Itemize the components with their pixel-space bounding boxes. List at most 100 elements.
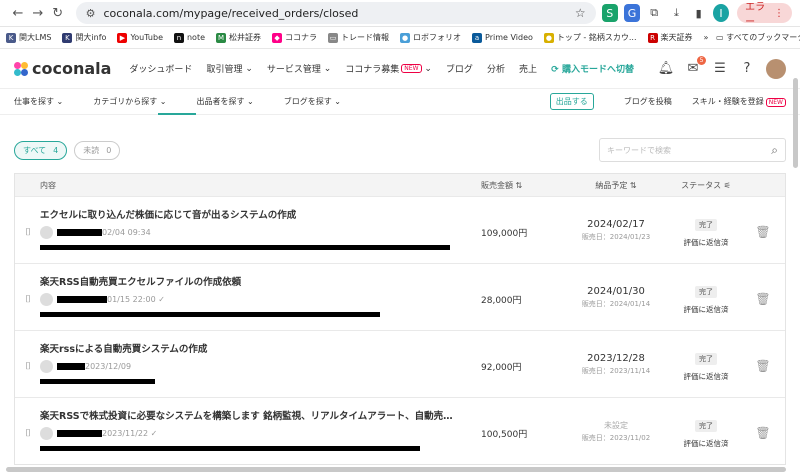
forward-icon[interactable]: → — [28, 2, 48, 24]
table-row[interactable]: ⌷ 楽天RSSで株式投資に必要なシステムを構築します 銘柄監視、リアルタイムアラ… — [15, 397, 785, 464]
help-icon[interactable]: ? — [738, 60, 756, 78]
address-bar[interactable]: ⚙ coconala.com/mypage/received_orders/cl… — [75, 2, 596, 24]
subnav-find-blogs[interactable]: ブログを探す ⌄ — [284, 96, 341, 107]
translate-icon[interactable]: G — [623, 4, 641, 22]
chevron-icon: » — [703, 33, 709, 42]
bookmark-icon: ▭ — [328, 32, 339, 43]
bookmark-item[interactable]: a Prime Video — [472, 32, 533, 43]
menu-transactions[interactable]: 取引管理 ⌄ — [206, 62, 252, 76]
redacted-message — [40, 245, 450, 250]
trash-icon[interactable]: 🗑︎ — [755, 426, 770, 440]
order-time: 2023/11/22 ✓ — [102, 429, 158, 438]
bookmark-item[interactable]: K 関大info — [62, 32, 106, 43]
new-badge: NEW — [765, 98, 786, 107]
redacted-name — [57, 296, 107, 303]
header-status[interactable]: ステータス ⚟ — [671, 180, 741, 191]
bookmark-label: Prime Video — [485, 33, 533, 42]
bookmark-icon: K — [6, 32, 16, 43]
order-meta: 01/15 22:00 ✓ — [40, 293, 165, 306]
coconala-logo[interactable]: coconala — [14, 59, 111, 78]
bookmark-item[interactable]: ● トップ - 銘柄スカウ... — [543, 32, 637, 43]
bookmark-label: ロボフォリオ — [413, 33, 462, 42]
menu-blog[interactable]: ブログ — [446, 62, 473, 75]
bookmark-label: YouTube — [130, 33, 163, 42]
buy-mode-toggle[interactable]: ⟳ 購入モードへ切替 — [551, 62, 634, 75]
folder-icon: ▭ — [716, 33, 724, 42]
all-bookmarks[interactable]: » ▭ すべてのブックマーク — [704, 32, 800, 43]
bookmark-item[interactable]: R 楽天証券 — [647, 32, 693, 43]
order-title[interactable]: エクセルに取り込んだ株価に応じて音が出るシステムの作成 — [40, 207, 296, 221]
subnav-find-sellers[interactable]: 出品者を探す ⌄ — [197, 96, 254, 107]
filter-unread[interactable]: 未読 0 — [74, 140, 121, 160]
bookmark-item[interactable]: ◆ ココナラ — [272, 32, 317, 43]
bookmark-icon: K — [62, 32, 73, 43]
bookmark-label: トップ - 銘柄スカウ... — [556, 33, 637, 42]
active-tab-indicator — [158, 113, 196, 115]
bookmark-item[interactable]: M 松井証券 — [216, 32, 261, 43]
subnav-find-work[interactable]: 仕事を探す ⌄ — [14, 96, 63, 107]
vertical-scrollbar[interactable] — [793, 78, 798, 168]
main-content: すべて 4 未読 0 キーワードで検索 ⌕ 内容 販売金額 ⇅ 納品予定 ⇅ ステー… — [0, 127, 800, 465]
trash-icon[interactable]: 🗑︎ — [755, 225, 770, 239]
bookmark-icon: R — [647, 32, 658, 43]
mail-icon[interactable]: ✉ 5 — [684, 55, 706, 78]
table-row[interactable]: ⌷ 楽天rssによる自動売買システムの作成 2023/12/09 92,000円… — [15, 330, 785, 397]
site-info-icon[interactable]: ⚙ — [86, 7, 96, 20]
redacted-message — [40, 379, 155, 384]
menu-services[interactable]: サービス管理 ⌄ — [267, 62, 331, 76]
error-button[interactable]: エラー ⋮ — [737, 2, 793, 28]
buyer-avatar — [40, 427, 53, 440]
bookmark-item[interactable]: ▶ YouTube — [117, 32, 163, 43]
post-blog-link[interactable]: ブログを投稿 — [624, 96, 672, 107]
sold-date: 販売日：2023/11/02 — [581, 433, 651, 442]
order-title[interactable]: 楽天RSSで株式投資に必要なシステムを構築します 銘柄監視、リアルタイムアラート… — [40, 408, 453, 422]
redacted-message — [40, 446, 420, 451]
bookmark-item[interactable]: K 関大LMS — [6, 32, 51, 43]
order-title[interactable]: 楽天rssによる自動売買システムの作成 — [40, 341, 207, 355]
order-title[interactable]: 楽天RSS自動売買エクセルファイルの作成依頼 — [40, 274, 241, 288]
bookmark-label: 関大info — [75, 33, 107, 42]
order-price: 28,000円 — [481, 295, 522, 306]
sell-button[interactable]: 出品する — [549, 93, 594, 110]
logo-text: coconala — [32, 59, 112, 78]
bookmark-icon: ◆ — [272, 32, 283, 43]
trash-icon[interactable]: 🗑︎ — [755, 292, 770, 306]
trash-icon[interactable]: 🗑︎ — [755, 359, 770, 373]
filter-all[interactable]: すべて 4 — [14, 140, 68, 160]
header-price[interactable]: 販売金額 ⇅ — [481, 180, 561, 191]
todo-list-icon[interactable]: ☰ — [711, 60, 729, 78]
notification-count: 5 — [697, 55, 706, 65]
bell-icon[interactable]: 🔔︎ — [657, 60, 675, 78]
search-icon[interactable]: ⌕ — [771, 143, 778, 158]
menu-recruit[interactable]: ココナラ募集 NEW ⌄ — [345, 62, 432, 76]
table-row[interactable]: ⌷ 楽天RSS自動売買エクセルファイルの作成依頼 01/15 22:00 ✓ 2… — [15, 263, 785, 330]
sub-navigation: 仕事を探す ⌄ カテゴリから探す ⌄ 出品者を探す ⌄ ブログを探す ⌄ 出品す… — [0, 89, 800, 115]
sidepanel-icon[interactable]: ▮ — [691, 4, 707, 22]
download-icon[interactable]: ⤓ — [668, 4, 684, 22]
header-due[interactable]: 納品予定 ⇅ — [561, 180, 671, 191]
extension-s-icon[interactable]: S — [601, 4, 618, 22]
bookmark-item[interactable]: ● ロボフォリオ — [400, 32, 461, 43]
reload-icon[interactable]: ↻ — [48, 2, 68, 24]
search-input[interactable]: キーワードで検索 ⌕ — [599, 138, 786, 162]
register-skill-link[interactable]: スキル・経験を登録 NEW — [692, 96, 786, 107]
profile-icon[interactable]: I — [712, 4, 730, 22]
horizontal-scrollbar[interactable] — [6, 467, 786, 472]
header-content: 内容 — [40, 180, 56, 190]
back-icon[interactable]: ← — [8, 2, 28, 24]
table-header: 内容 販売金額 ⇅ 納品予定 ⇅ ステータス ⚟ — [15, 174, 785, 196]
table-row[interactable]: ⌷ エクセルに取り込んだ株価に応じて音が出るシステムの作成 02/04 09:3… — [15, 196, 785, 263]
status-badge: 完了 — [695, 353, 717, 365]
menu-dashboard[interactable]: ダッシュボード — [129, 62, 192, 75]
menu-sales[interactable]: 売上 — [519, 62, 537, 75]
extensions-icon[interactable]: ⧉ — [646, 4, 662, 22]
order-price: 109,000円 — [481, 228, 528, 239]
avatar[interactable] — [766, 58, 786, 79]
bookmark-item[interactable]: n note — [173, 32, 205, 43]
menu-analytics[interactable]: 分析 — [487, 62, 505, 75]
due-date: 2024/01/30 — [587, 285, 645, 297]
bookmark-star-icon[interactable]: ☆ — [575, 6, 586, 20]
subnav-by-category[interactable]: カテゴリから探す ⌄ — [93, 96, 166, 107]
bookmark-label: トレード情報 — [341, 33, 390, 42]
bookmark-item[interactable]: ▭ トレード情報 — [328, 32, 389, 43]
